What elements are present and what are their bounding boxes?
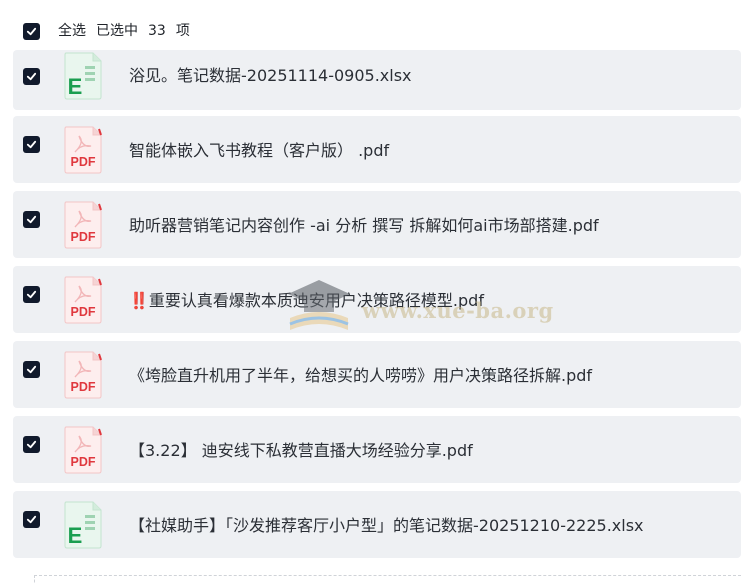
file-row[interactable]: E 浴见。笔记数据-20251114-0905.xlsx: [13, 50, 741, 110]
file-name-text: 浴见。笔记数据-20251114-0905.xlsx: [129, 66, 412, 85]
selected-label: 已选中: [96, 23, 138, 39]
next-row-edge: [34, 575, 741, 584]
svg-text:PDF: PDF: [71, 455, 96, 469]
pdf-file-icon: PDF: [63, 426, 103, 474]
check-icon: [26, 72, 37, 81]
file-name-text: 智能体嵌入飞书教程（客户版） .pdf: [129, 141, 390, 160]
file-checkbox[interactable]: [23, 436, 40, 453]
file-name[interactable]: 智能体嵌入飞书教程（客户版） .pdf: [129, 140, 389, 162]
check-icon: [26, 365, 37, 374]
pdf-file-icon: PDF: [63, 201, 103, 249]
file-row[interactable]: E 【社媒助手】「沙发推荐客厅小户型」的笔记数据-20251210-2225.xl…: [13, 491, 741, 558]
excel-file-icon: E: [63, 52, 103, 100]
svg-text:E: E: [68, 523, 83, 548]
svg-text:PDF: PDF: [71, 380, 96, 394]
check-icon: [26, 290, 37, 299]
important-mark-icon: ‼️: [129, 291, 149, 310]
file-checkbox[interactable]: [23, 286, 40, 303]
file-name-text: 【3.22】 迪安线下私教营直播大场经验分享.pdf: [129, 441, 473, 460]
check-icon: [26, 27, 37, 36]
pdf-file-icon: PDF: [63, 276, 103, 324]
file-checkbox[interactable]: [23, 511, 40, 528]
file-row[interactable]: PDF ‼️重要认真看爆款本质迪安用户决策路径模型.pdf: [13, 266, 741, 333]
file-name[interactable]: 【3.22】 迪安线下私教营直播大场经验分享.pdf: [129, 440, 473, 462]
file-name[interactable]: 【社媒助手】「沙发推荐客厅小户型」的笔记数据-20251210-2225.xls…: [129, 515, 644, 537]
file-name[interactable]: 助听器营销笔记内容创作 -ai 分析 撰写 拆解如何ai市场部搭建.pdf: [129, 215, 599, 237]
file-checkbox[interactable]: [23, 68, 40, 85]
check-icon: [26, 440, 37, 449]
selection-summary: 全选 已选中 33 项: [58, 21, 200, 41]
file-checkbox[interactable]: [23, 361, 40, 378]
svg-text:PDF: PDF: [71, 305, 96, 319]
file-name-text: 重要认真看爆款本质迪安用户决策路径模型.pdf: [148, 291, 484, 310]
file-checkbox[interactable]: [23, 211, 40, 228]
excel-file-icon: E: [63, 501, 103, 549]
svg-text:E: E: [68, 74, 83, 99]
pdf-file-icon: PDF: [63, 126, 103, 174]
file-row[interactable]: PDF 助听器营销笔记内容创作 -ai 分析 撰写 拆解如何ai市场部搭建.pdf: [13, 191, 741, 258]
file-row[interactable]: PDF 【3.22】 迪安线下私教营直播大场经验分享.pdf: [13, 416, 741, 483]
file-name[interactable]: ‼️重要认真看爆款本质迪安用户决策路径模型.pdf: [129, 290, 484, 312]
selected-unit: 项: [175, 23, 190, 39]
file-row[interactable]: PDF 《垮脸直升机用了半年，给想买的人唠唠》用户决策路径拆解.pdf: [13, 341, 741, 408]
file-name-text: 【社媒助手】「沙发推荐客厅小户型」的笔记数据-20251210-2225.xls…: [129, 516, 644, 535]
pdf-file-icon: PDF: [63, 351, 103, 399]
selected-count: 33: [148, 23, 166, 39]
svg-text:PDF: PDF: [71, 230, 96, 244]
svg-text:PDF: PDF: [71, 155, 96, 169]
file-checkbox[interactable]: [23, 136, 40, 153]
file-name[interactable]: 《垮脸直升机用了半年，给想买的人唠唠》用户决策路径拆解.pdf: [129, 365, 592, 387]
select-all-checkbox[interactable]: [23, 23, 40, 40]
check-icon: [26, 140, 37, 149]
file-name[interactable]: 浴见。笔记数据-20251114-0905.xlsx: [129, 65, 412, 87]
select-all-label[interactable]: 全选: [58, 23, 86, 39]
check-icon: [26, 515, 37, 524]
file-name-text: 《垮脸直升机用了半年，给想买的人唠唠》用户决策路径拆解.pdf: [129, 366, 593, 385]
file-row[interactable]: PDF 智能体嵌入飞书教程（客户版） .pdf: [13, 116, 741, 183]
check-icon: [26, 215, 37, 224]
file-name-text: 助听器营销笔记内容创作 -ai 分析 撰写 拆解如何ai市场部搭建.pdf: [129, 216, 599, 235]
